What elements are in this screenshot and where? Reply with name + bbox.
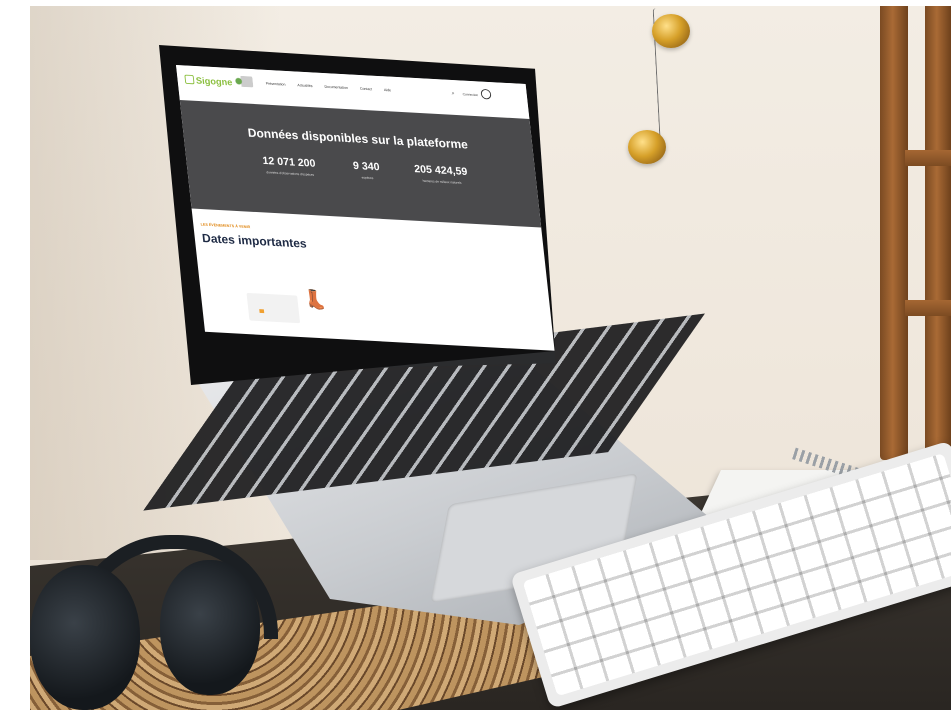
nav-item-presentation[interactable]: Présentation — [266, 82, 286, 87]
stat-value: 9 340 — [352, 160, 381, 174]
stat-observations: 12 071 200 données d'observations d'espè… — [255, 155, 323, 178]
stat-label: données d'observations d'espèces — [266, 170, 315, 177]
site-logo[interactable]: Sigogne — [184, 74, 233, 89]
site-logo-text: Sigogne — [195, 76, 233, 89]
stats-hero: Données disponibles sur la plateforme 12… — [179, 99, 542, 228]
headphone-cup-left — [30, 565, 140, 710]
login-link[interactable]: Connexion — [463, 92, 479, 97]
photo-border-left — [0, 0, 30, 710]
event-card-accent — [259, 309, 265, 314]
gold-ornament-bottom — [628, 130, 666, 164]
events-title: Dates importantes — [201, 231, 308, 251]
user-account-icon[interactable] — [480, 88, 492, 100]
stat-value: 205 424,59 — [413, 163, 468, 178]
stat-label: espèces — [361, 175, 374, 180]
nav-item-documentation[interactable]: Documentation — [324, 85, 348, 90]
hero-title: Données disponibles sur la plateforme — [247, 125, 469, 152]
sigogne-logo-icon — [184, 74, 195, 85]
stat-value: 12 071 200 — [261, 155, 317, 170]
wooden-ladder-rung — [905, 150, 951, 166]
wooden-ladder-rail-right — [925, 0, 951, 460]
partner-logo[interactable] — [232, 75, 254, 88]
photo-border-top — [0, 0, 951, 6]
events-kicker: LES ÉVÉNEMENTS À VENIR — [200, 221, 251, 230]
headphones — [30, 535, 278, 710]
main-nav: Présentation Actualités Documentation Co… — [266, 82, 392, 92]
laptop-screen-website: Sigogne Présentation Actualités Document… — [176, 65, 555, 351]
stat-label: hectares de milieux naturels — [422, 178, 462, 185]
gold-ornament-top — [652, 14, 690, 48]
search-icon[interactable]: ⌕ — [451, 90, 455, 98]
nav-item-actualites[interactable]: Actualités — [297, 83, 313, 88]
nav-item-aide[interactable]: Aide — [384, 88, 391, 92]
nav-item-contact[interactable]: Contact — [360, 87, 372, 91]
stat-especes: 9 340 espèces — [340, 160, 394, 182]
stat-hectares: 205 424,59 hectares de milieux naturels — [399, 163, 484, 187]
event-card[interactable] — [246, 292, 301, 324]
photo-scene: Sigogne Présentation Actualités Document… — [0, 0, 951, 710]
wooden-ladder-rail — [880, 0, 908, 460]
wooden-ladder-rung-lower — [905, 300, 951, 316]
boot-illustration-icon: 👢 — [302, 287, 328, 312]
headphone-cup-right — [160, 560, 260, 695]
